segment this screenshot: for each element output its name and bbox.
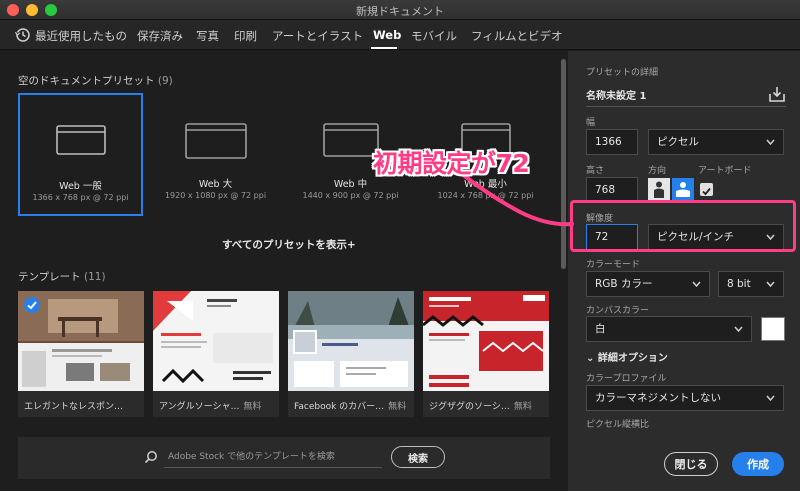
annotation-label: 初期設定が72 <box>373 149 530 178</box>
annotation-highlight-box <box>570 200 796 252</box>
